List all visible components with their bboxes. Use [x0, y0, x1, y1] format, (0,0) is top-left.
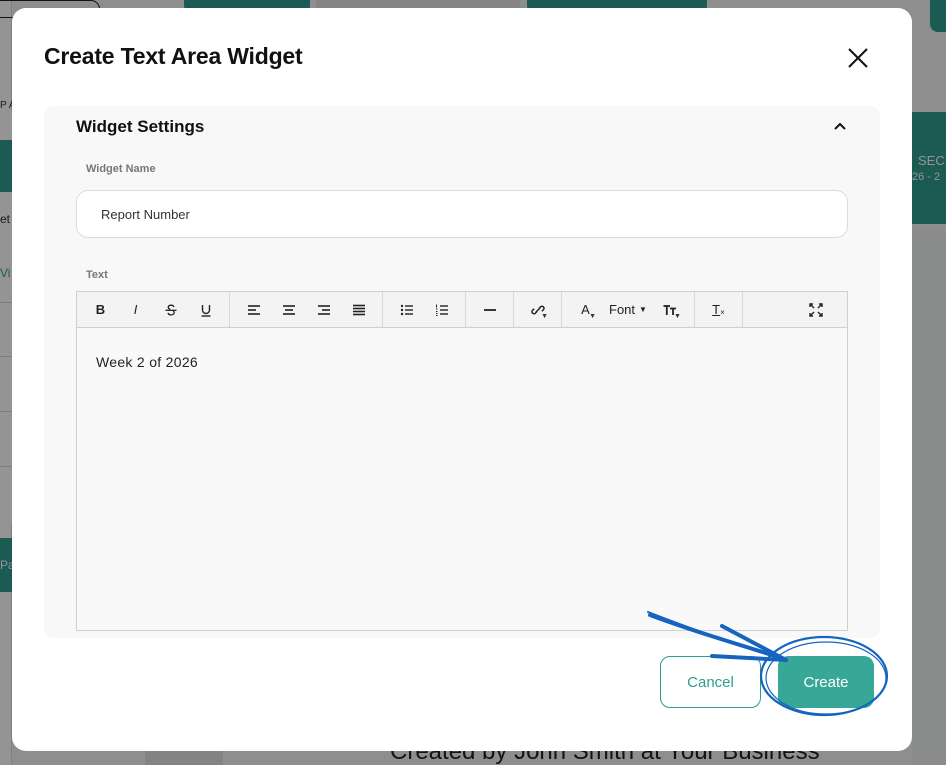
align-center-button[interactable]	[271, 292, 306, 328]
chevron-up-icon	[834, 122, 846, 130]
fullscreen-icon	[808, 302, 823, 317]
toolbar-group-align	[230, 292, 383, 327]
close-icon	[848, 48, 868, 68]
toolbar-group-clear: T ×	[695, 292, 743, 327]
bullet-list-icon	[400, 304, 413, 315]
toolbar-group-font: A ▼ Font ▼ ▼	[562, 292, 695, 327]
link-button[interactable]: ▼	[520, 292, 555, 328]
strikethrough-button[interactable]	[153, 292, 188, 328]
clear-format-x-icon: ×	[720, 308, 725, 317]
create-widget-modal: Create Text Area Widget Widget Settings …	[12, 8, 912, 751]
widget-settings-section: Widget Settings Widget Name Text B I	[44, 106, 880, 638]
modal-title: Create Text Area Widget	[44, 43, 303, 69]
caret-down-icon: ▼	[541, 312, 548, 320]
editor-toolbar: B I ▼ A ▼ Font ▼ ▼ T ×	[77, 292, 847, 328]
font-size-button[interactable]: ▼	[653, 292, 688, 328]
underline-button[interactable]	[188, 292, 223, 328]
horizontal-rule-icon	[483, 308, 496, 311]
clear-format-icon: T	[712, 302, 721, 317]
underline-icon	[201, 304, 210, 317]
font-select[interactable]: Font ▼	[603, 292, 653, 328]
text-label: Text	[86, 269, 108, 281]
chevron-down-icon: ▼	[639, 305, 647, 314]
toolbar-group-link: ▼	[514, 292, 562, 327]
cancel-button[interactable]: Cancel	[660, 656, 761, 708]
align-right-icon	[317, 304, 330, 315]
align-left-button[interactable]	[236, 292, 271, 328]
numbered-list-icon	[435, 304, 448, 316]
align-left-icon	[247, 304, 260, 315]
rich-text-editor: B I ▼ A ▼ Font ▼ ▼ T × Week 2 of 2026	[76, 291, 848, 631]
section-title: Widget Settings	[76, 117, 205, 136]
strikethrough-icon	[165, 304, 176, 316]
caret-down-icon: ▼	[589, 312, 596, 320]
bullet-list-button[interactable]	[389, 292, 424, 328]
editor-content[interactable]: Week 2 of 2026	[77, 328, 847, 396]
horizontal-rule-button[interactable]	[472, 292, 507, 328]
align-right-button[interactable]	[306, 292, 341, 328]
font-select-label: Font	[609, 302, 636, 317]
bold-button[interactable]: B	[83, 292, 118, 328]
widget-name-input[interactable]	[76, 190, 848, 238]
fullscreen-button[interactable]	[798, 292, 833, 328]
clear-format-button[interactable]: T ×	[701, 292, 736, 328]
toolbar-group-lists	[383, 292, 466, 327]
close-button[interactable]	[844, 44, 872, 72]
numbered-list-button[interactable]	[424, 292, 459, 328]
align-justify-button[interactable]	[341, 292, 376, 328]
align-justify-icon	[352, 304, 365, 315]
toolbar-group-fullscreen	[743, 292, 847, 327]
toolbar-group-hr	[466, 292, 514, 327]
collapse-toggle[interactable]	[832, 118, 848, 134]
align-center-icon	[282, 304, 295, 315]
create-button[interactable]: Create	[778, 656, 874, 708]
widget-name-label: Widget Name	[86, 163, 156, 175]
text-color-button[interactable]: A ▼	[568, 292, 603, 328]
caret-down-icon: ▼	[674, 312, 681, 320]
italic-button[interactable]: I	[118, 292, 153, 328]
toolbar-group-format: B I	[77, 292, 230, 327]
